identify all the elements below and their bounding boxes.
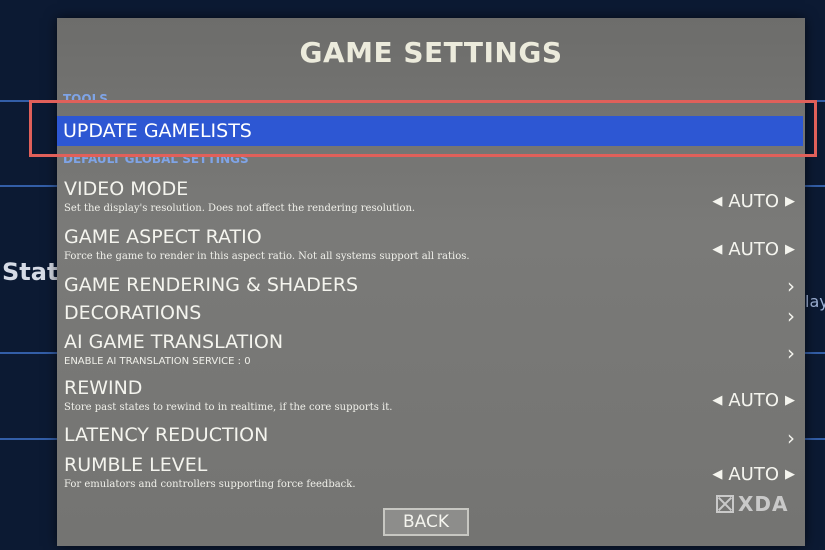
arrow-right-icon[interactable]: ▶ [785,393,795,408]
background-text-left: Stat [2,258,59,286]
arrow-left-icon[interactable]: ◀ [712,242,722,257]
option-value: AUTO [728,239,779,260]
menu-item-game-rendering-shaders[interactable]: GAME RENDERING & SHADERS › [57,274,805,300]
chevron-right-icon: › [787,304,795,328]
menu-item-ai-game-translation[interactable]: AI GAME TRANSLATION ENABLE AI TRANSLATIO… [57,331,805,373]
menu-item-video-mode[interactable]: VIDEO MODE Set the display's resolution.… [57,178,805,222]
menu-item-description: Force the game to render in this aspect … [64,251,470,262]
arrow-right-icon[interactable]: ▶ [785,242,795,257]
option-value: AUTO [728,191,779,212]
menu-item-description: For emulators and controllers supporting… [64,479,356,490]
menu-item-rewind[interactable]: REWIND Store past states to rewind to in… [57,377,805,421]
option-value: AUTO [728,464,779,485]
option-selector[interactable]: ◀ AUTO ▶ [712,390,795,411]
background-text-right: lay3 [805,292,825,311]
menu-item-description: Set the display's resolution. Does not a… [64,203,416,214]
menu-item-description: ENABLE AI TRANSLATION SERVICE : 0 [64,356,251,367]
dialog-title: GAME SETTINGS [299,36,563,69]
option-selector[interactable]: ◀ AUTO ▶ [712,191,795,212]
menu-item-rumble-level[interactable]: RUMBLE LEVEL For emulators and controlle… [57,454,805,498]
xda-logo-icon [716,495,734,513]
option-selector[interactable]: ◀ AUTO ▶ [712,464,795,485]
menu-item-description: Store past states to rewind to in realti… [64,402,393,413]
chevron-right-icon: › [787,274,795,298]
option-value: AUTO [728,390,779,411]
menu-item-label: AI GAME TRANSLATION [64,331,284,353]
back-button[interactable]: BACK [383,508,469,536]
menu-item-label: GAME RENDERING & SHADERS [64,274,359,296]
menu-item-label: REWIND [64,377,143,399]
menu-item-label: GAME ASPECT RATIO [64,226,262,248]
chevron-right-icon: › [787,426,795,450]
xda-watermark: XDA [716,492,789,516]
menu-item-latency-reduction[interactable]: LATENCY REDUCTION › [57,424,805,450]
menu-item-decorations[interactable]: DECORATIONS › [57,302,805,328]
menu-item-label: RUMBLE LEVEL [64,454,208,476]
arrow-right-icon[interactable]: ▶ [785,194,795,209]
menu-item-label: LATENCY REDUCTION [64,424,269,446]
menu-item-label: DECORATIONS [64,302,202,324]
arrow-left-icon[interactable]: ◀ [712,393,722,408]
game-settings-dialog: GAME SETTINGS TOOLS UPDATE GAMELISTS DEF… [57,18,805,546]
option-selector[interactable]: ◀ AUTO ▶ [712,239,795,260]
menu-item-game-aspect-ratio[interactable]: GAME ASPECT RATIO Force the game to rend… [57,226,805,270]
arrow-left-icon[interactable]: ◀ [712,194,722,209]
arrow-right-icon[interactable]: ▶ [785,467,795,482]
watermark-text: XDA [738,492,789,516]
arrow-left-icon[interactable]: ◀ [712,467,722,482]
chevron-right-icon: › [787,341,795,365]
highlight-annotation-box [29,100,817,157]
menu-item-label: VIDEO MODE [64,178,189,200]
